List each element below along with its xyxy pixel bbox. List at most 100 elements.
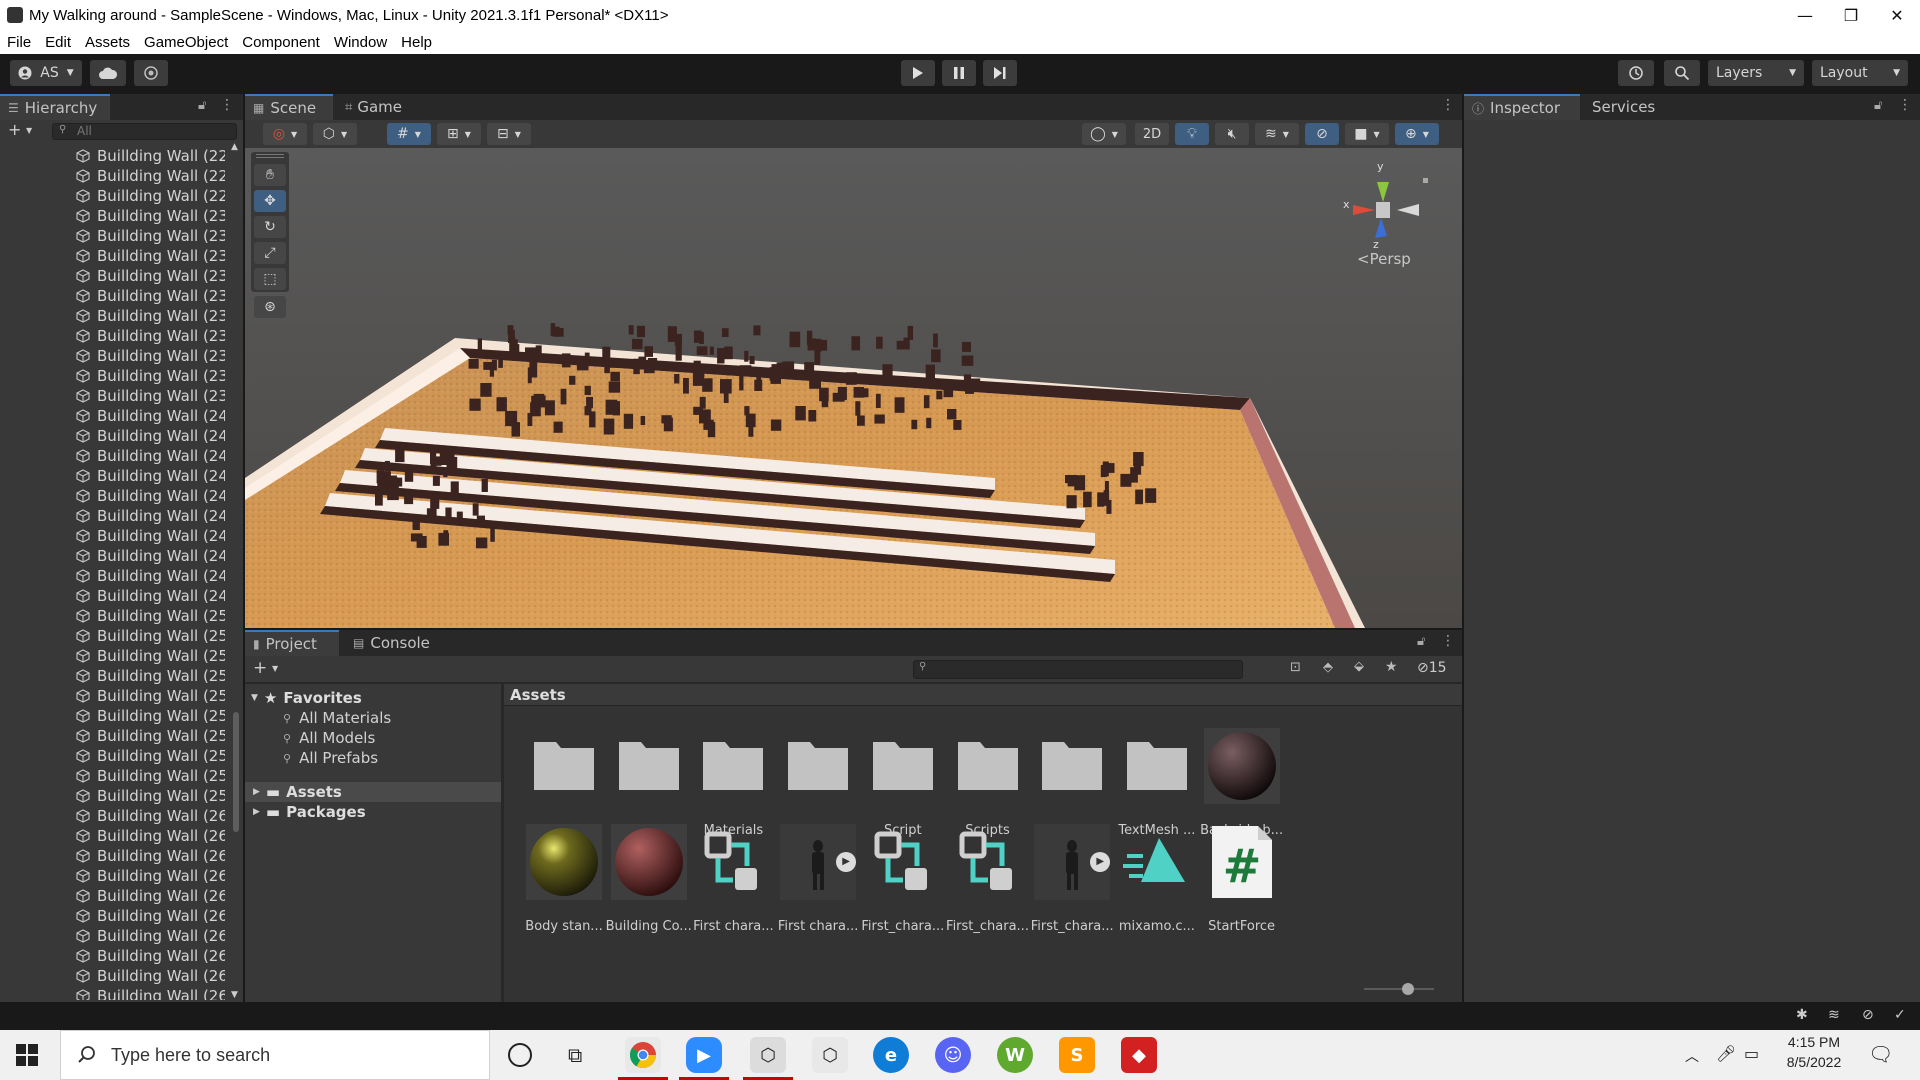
hierarchy-item[interactable]: Buillding Wall (24!	[0, 566, 230, 586]
zoom-slider-thumb[interactable]	[1402, 983, 1414, 995]
hierarchy-item[interactable]: Buillding Wall (23'	[0, 346, 230, 366]
notifications-icon[interactable]: 🗨︎	[1868, 1042, 1893, 1066]
tab-inspector[interactable]: ⓘ Inspector	[1464, 94, 1580, 120]
hierarchy-item[interactable]: Buillding Wall (26(	[0, 926, 230, 946]
hierarchy-item[interactable]: Buillding Wall (23!	[0, 306, 230, 326]
hierarchy-item[interactable]: Buillding Wall (24'	[0, 546, 230, 566]
lock-icon[interactable]: 🔓︎	[198, 98, 206, 113]
layers-icon[interactable]: ≋	[1828, 1007, 1840, 1023]
minimize-button[interactable]: —	[1782, 0, 1828, 30]
history-button[interactable]	[1618, 60, 1654, 86]
tab-game[interactable]: ⌗ Game	[337, 94, 417, 120]
favorite-item[interactable]: ⚲ All Materials	[283, 708, 391, 728]
hierarchy-item[interactable]: Buillding Wall (26:	[0, 866, 230, 886]
hierarchy-item[interactable]: Buillding Wall (23(	[0, 206, 230, 226]
effects-dropdown[interactable]: ≋ ▼	[1255, 123, 1299, 145]
hierarchy-item[interactable]: Buillding Wall (23!	[0, 366, 230, 386]
project-search-input[interactable]: ⚲	[913, 660, 1243, 679]
hierarchy-item[interactable]: Buillding Wall (26!	[0, 906, 230, 926]
hierarchy-item[interactable]: Buillding Wall (26(	[0, 806, 230, 826]
hierarchy-item[interactable]: Buillding Wall (23:	[0, 266, 230, 286]
favorite-item[interactable]: ⚲ All Models	[283, 728, 375, 748]
check-circle-icon[interactable]: ✓	[1894, 1007, 1906, 1023]
grid-snap-dropdown[interactable]: # ▼	[387, 123, 431, 145]
red-app[interactable]: ◆	[1121, 1037, 1157, 1073]
hierarchy-item[interactable]: Buillding Wall (23:	[0, 246, 230, 266]
hierarchy-item[interactable]: Buillding Wall (24(	[0, 406, 230, 426]
expand-arrow-icon[interactable]: ▶	[836, 852, 857, 872]
zoom-app[interactable]: ▶	[686, 1037, 722, 1073]
hierarchy-item[interactable]: Buillding Wall (26!	[0, 986, 230, 1000]
unity-editor-app[interactable]: ⬡	[812, 1037, 848, 1073]
scroll-down-icon[interactable]: ▼	[231, 990, 238, 1000]
hierarchy-item[interactable]: Buillding Wall (24:	[0, 446, 230, 466]
draw-mode-dropdown[interactable]: ◎ ▼	[263, 123, 307, 145]
taskbar-search-input[interactable]: Type here to search	[60, 1030, 490, 1080]
favorites-group[interactable]: ▼ ★ Favorites	[251, 688, 501, 708]
scene-render[interactable]	[245, 148, 1462, 628]
move-tool[interactable]: ✥	[254, 190, 286, 212]
collab-button[interactable]	[134, 60, 168, 86]
favorite-item[interactable]: ⚲ All Prefabs	[283, 748, 378, 768]
hierarchy-item[interactable]: Buillding Wall (25(	[0, 726, 230, 746]
menu-assets[interactable]: Assets	[78, 34, 137, 51]
battery-icon[interactable]: ▭	[1744, 1044, 1759, 1063]
audio-toggle[interactable]: 🔇︎	[1215, 123, 1249, 145]
drag-handle[interactable]	[256, 154, 284, 158]
microphone-icon[interactable]: 🎤︎	[1716, 1044, 1736, 1063]
clock[interactable]: 4:15 PM 8/5/2022	[1770, 1034, 1858, 1070]
menu-file[interactable]: File	[0, 34, 38, 51]
more-options-icon[interactable]: ⋮	[220, 97, 234, 113]
breadcrumb-assets[interactable]: Assets	[510, 686, 566, 704]
hierarchy-item[interactable]: Buillding Wall (26'	[0, 826, 230, 846]
search-by-label-icon[interactable]: ⬘	[1323, 660, 1333, 675]
diagnostics-icon[interactable]: ⊘	[1862, 1007, 1874, 1023]
rotate-tool[interactable]: ↻	[254, 216, 286, 238]
more-options-icon[interactable]: ⋮	[1441, 97, 1455, 113]
transform-tool[interactable]: ⊛	[254, 296, 286, 318]
layout-dropdown[interactable]: Layout ▼	[1812, 60, 1908, 86]
sublime-app[interactable]: S	[1059, 1037, 1095, 1073]
menu-gameobject[interactable]: GameObject	[137, 34, 235, 51]
2d-toggle[interactable]: 2D	[1135, 123, 1169, 145]
layers-dropdown[interactable]: Layers ▼	[1708, 60, 1804, 86]
hidden-packages-toggle[interactable]: ⊘15	[1417, 660, 1447, 676]
chevron-up-icon[interactable]: ︿	[1685, 1046, 1699, 1066]
tab-console[interactable]: ▤ Console	[345, 630, 443, 656]
lock-icon[interactable]: 🔓︎	[1417, 634, 1425, 649]
hierarchy-item[interactable]: Buillding Wall (25:	[0, 666, 230, 686]
gizmos-dropdown[interactable]: ⊕ ▼	[1395, 123, 1439, 145]
hierarchy-item[interactable]: Buillding Wall (22!	[0, 166, 230, 186]
chevron-down-icon[interactable]: ▼	[272, 664, 278, 673]
hierarchy-item[interactable]: Buillding Wall (24!	[0, 586, 230, 606]
orientation-gizmo[interactable]: y x z <Persp	[1335, 160, 1445, 270]
hidden-objects-toggle[interactable]: ⊘	[1305, 123, 1339, 145]
tag-icon[interactable]: ⬙	[1354, 659, 1364, 674]
edge-app[interactable]: e	[873, 1037, 909, 1073]
more-options-icon[interactable]: ⋮	[1898, 97, 1912, 113]
hierarchy-item[interactable]: Buillding Wall (26!	[0, 966, 230, 986]
cloud-button[interactable]	[90, 60, 126, 86]
restore-button[interactable]: ❐	[1828, 0, 1874, 30]
hierarchy-item[interactable]: Buillding Wall (25'	[0, 746, 230, 766]
scene-viewport[interactable]: ✋︎ ✥ ↻ ⤢ ⬚ ⊛ y x z <Persp	[245, 148, 1462, 628]
scroll-thumb[interactable]	[233, 712, 239, 832]
chevron-down-icon[interactable]: ▼	[26, 126, 32, 135]
hierarchy-item[interactable]: Buillding Wall (25!	[0, 706, 230, 726]
scroll-up-icon[interactable]: ▲	[231, 142, 238, 152]
perspective-label[interactable]: <Persp	[1357, 250, 1411, 268]
search-button[interactable]	[1664, 60, 1700, 86]
hierarchy-item[interactable]: Buillding Wall (25!	[0, 766, 230, 786]
zoom-slider[interactable]	[1364, 983, 1434, 995]
menu-help[interactable]: Help	[394, 34, 439, 51]
hierarchy-item[interactable]: Buillding Wall (23!	[0, 386, 230, 406]
hierarchy-item[interactable]: Buillding Wall (22!	[0, 186, 230, 206]
hierarchy-item[interactable]: Buillding Wall (24:	[0, 466, 230, 486]
hierarchy-item[interactable]: Buillding Wall (24!	[0, 506, 230, 526]
hierarchy-item[interactable]: Buillding Wall (24(	[0, 526, 230, 546]
hierarchy-item[interactable]: Buillding Wall (23(	[0, 326, 230, 346]
step-button[interactable]	[983, 60, 1017, 86]
tab-services[interactable]: Services	[1584, 94, 1674, 120]
bug-icon[interactable]: ✱	[1796, 1007, 1808, 1023]
task-view-button[interactable]: ⧉	[568, 1043, 582, 1067]
